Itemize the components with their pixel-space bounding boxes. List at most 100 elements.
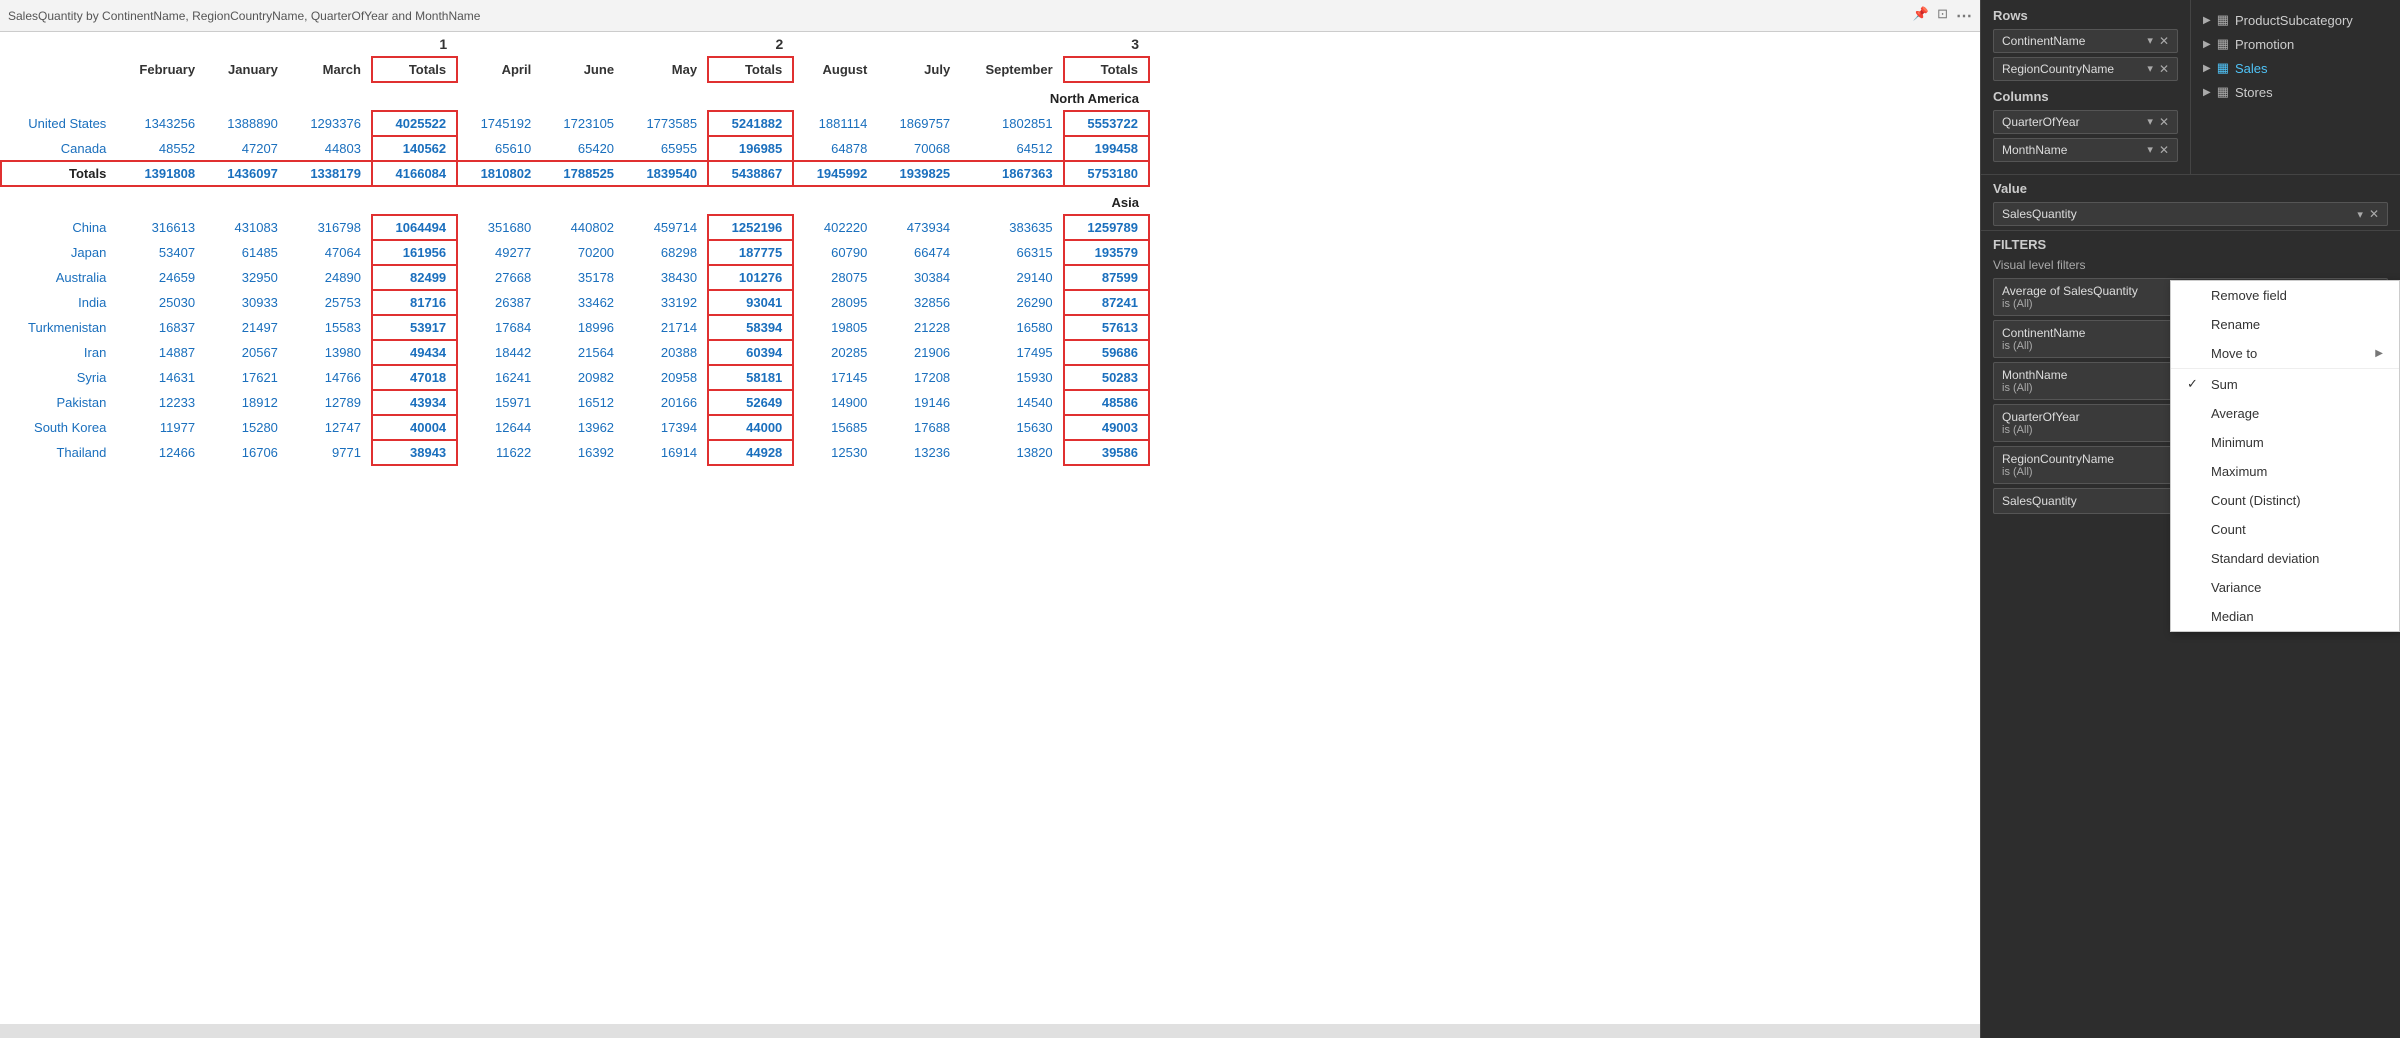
context-menu-item-count[interactable]: Count (2171, 515, 2399, 544)
x-btn[interactable]: ✕ (2159, 62, 2169, 76)
context-menu-item-standard-deviation[interactable]: Standard deviation (2171, 544, 2399, 573)
sep-header: September (960, 57, 1063, 82)
q2-cell-1: 16512 (541, 390, 624, 415)
q1-cell-3: 38943 (372, 440, 457, 465)
q2-cell-1: 21564 (541, 340, 624, 365)
table-icon: ▦ (2217, 12, 2229, 28)
menu-item-label: Maximum (2211, 464, 2267, 479)
rows-field-pill[interactable]: RegionCountryName ▾ ✕ (1993, 57, 2178, 81)
value-field-pill[interactable]: SalesQuantity ▾ ✕ (1993, 202, 2388, 226)
horizontal-scrollbar[interactable] (0, 1024, 1980, 1038)
q3-totals-header: Totals (1064, 57, 1149, 82)
apr-header: April (457, 57, 541, 82)
group-header-row: North America (1, 82, 1149, 111)
pin-icon[interactable]: 📌 (1913, 6, 1929, 26)
month-header-row: February January March Totals April June… (1, 57, 1149, 82)
context-menu-item-minimum[interactable]: Minimum (2171, 428, 2399, 457)
q2-cell-2: 38430 (624, 265, 708, 290)
q3-cell-2: 13820 (960, 440, 1063, 465)
q3-cell-0: 1881114 (793, 111, 877, 136)
q3-cell-2: 1802851 (960, 111, 1063, 136)
q3-cell-2: 26290 (960, 290, 1063, 315)
q1-cell-3: 140562 (372, 136, 457, 161)
q3-cell-0: 64878 (793, 136, 877, 161)
q2-cell-2: 1773585 (624, 111, 708, 136)
x-btn[interactable]: ✕ (2159, 115, 2169, 129)
expand-icon: ▶ (2203, 39, 2211, 50)
context-menu-item-remove-field[interactable]: Remove field (2171, 281, 2399, 310)
q1-cell-2: 316798 (288, 215, 372, 240)
rows-field-pill[interactable]: ContinentName ▾ ✕ (1993, 29, 2178, 53)
menu-item-label: Variance (2211, 580, 2261, 595)
q1-cell-0: 11977 (116, 415, 205, 440)
q2-cell-2: 65955 (624, 136, 708, 161)
q1-cell-2: 1338179 (288, 161, 372, 186)
q1-cell-3: 82499 (372, 265, 457, 290)
more-icon[interactable]: ⋯ (1956, 6, 1972, 26)
right-panel: Rows ContinentName ▾ ✕ RegionCountryName… (1980, 0, 2400, 1038)
group-label: North America (1, 82, 1149, 111)
tree-item-stores[interactable]: ▶ ▦ Stores (2203, 80, 2388, 104)
q1-cell-2: 9771 (288, 440, 372, 465)
context-menu-item-maximum[interactable]: Maximum (2171, 457, 2399, 486)
q1-cell-1: 21497 (205, 315, 288, 340)
context-menu-item-variance[interactable]: Variance (2171, 573, 2399, 602)
value-field-name: SalesQuantity (2002, 207, 2077, 221)
context-menu-item-count-(distinct)[interactable]: Count (Distinct) (2171, 486, 2399, 515)
context-menu-item-move-to[interactable]: Move to (2171, 339, 2399, 368)
row-label: India (1, 290, 116, 315)
tree-item-productsubcategory[interactable]: ▶ ▦ ProductSubcategory (2203, 8, 2388, 32)
q3-cell-1: 30384 (877, 265, 960, 290)
q3-cell-0: 1945992 (793, 161, 877, 186)
value-close-icon[interactable]: ✕ (2369, 207, 2379, 221)
context-menu-item-rename[interactable]: Rename (2171, 310, 2399, 339)
q1-totals-header: Totals (372, 57, 457, 82)
q1-cell-2: 13980 (288, 340, 372, 365)
q2-cell-0: 351680 (457, 215, 541, 240)
context-menu-item-average[interactable]: Average (2171, 399, 2399, 428)
q3-cell-0: 19805 (793, 315, 877, 340)
x-btn[interactable]: ✕ (2159, 143, 2169, 157)
q1-cell-1: 1436097 (205, 161, 288, 186)
row-label: United States (1, 111, 116, 136)
q1-cell-0: 12233 (116, 390, 205, 415)
tree-item-sales[interactable]: ▶ ▦ Sales (2203, 56, 2388, 80)
columns-field-pill[interactable]: QuarterOfYear ▾ ✕ (1993, 110, 2178, 134)
dropdown-icon[interactable]: ▾ (2147, 62, 2153, 76)
q1-cell-2: 44803 (288, 136, 372, 161)
rows-columns-section: Rows ContinentName ▾ ✕ RegionCountryName… (1981, 0, 2400, 175)
q3-cell-2: 29140 (960, 265, 1063, 290)
q2-cell-3: 5438867 (708, 161, 793, 186)
q3-cell-3: 87241 (1064, 290, 1149, 315)
context-menu-item-sum[interactable]: ✓ Sum (2171, 369, 2399, 399)
q1-cell-2: 1293376 (288, 111, 372, 136)
context-menu-item-median[interactable]: Median (2171, 602, 2399, 631)
q1-cell-2: 24890 (288, 265, 372, 290)
q3-cell-1: 21228 (877, 315, 960, 340)
tree-item-promotion[interactable]: ▶ ▦ Promotion (2203, 32, 2388, 56)
tree-item-label: Promotion (2235, 37, 2294, 52)
menu-item-label: Minimum (2211, 435, 2264, 450)
jul-header: July (877, 57, 960, 82)
menu-item-label: Median (2211, 609, 2254, 624)
expand-icon[interactable]: ⊡ (1937, 6, 1948, 26)
q3-cell-3: 5553722 (1064, 111, 1149, 136)
dropdown-icon[interactable]: ▾ (2147, 34, 2153, 48)
group-header-row: Asia (1, 186, 1149, 215)
q3-cell-2: 16580 (960, 315, 1063, 340)
q3-cell-1: 17688 (877, 415, 960, 440)
q2-cell-0: 65610 (457, 136, 541, 161)
table-title: SalesQuantity by ContinentName, RegionCo… (8, 9, 480, 23)
dropdown-icon[interactable]: ▾ (2147, 143, 2153, 157)
dropdown-icon[interactable]: ▾ (2147, 115, 2153, 129)
rows-fields: ContinentName ▾ ✕ RegionCountryName ▾ ✕ (1993, 29, 2178, 81)
table-container[interactable]: 1 2 3 February January March Totals Apri… (0, 32, 1980, 1024)
q2-cell-2: 17394 (624, 415, 708, 440)
x-btn[interactable]: ✕ (2159, 34, 2169, 48)
columns-field-pill[interactable]: MonthName ▾ ✕ (1993, 138, 2178, 162)
value-dropdown-icon[interactable]: ▾ (2357, 208, 2363, 221)
filters-title: FILTERS (1993, 237, 2388, 252)
expand-icon: ▶ (2203, 15, 2211, 26)
visual-filters-label: Visual level filters (1993, 258, 2388, 272)
q2-cell-3: 58394 (708, 315, 793, 340)
